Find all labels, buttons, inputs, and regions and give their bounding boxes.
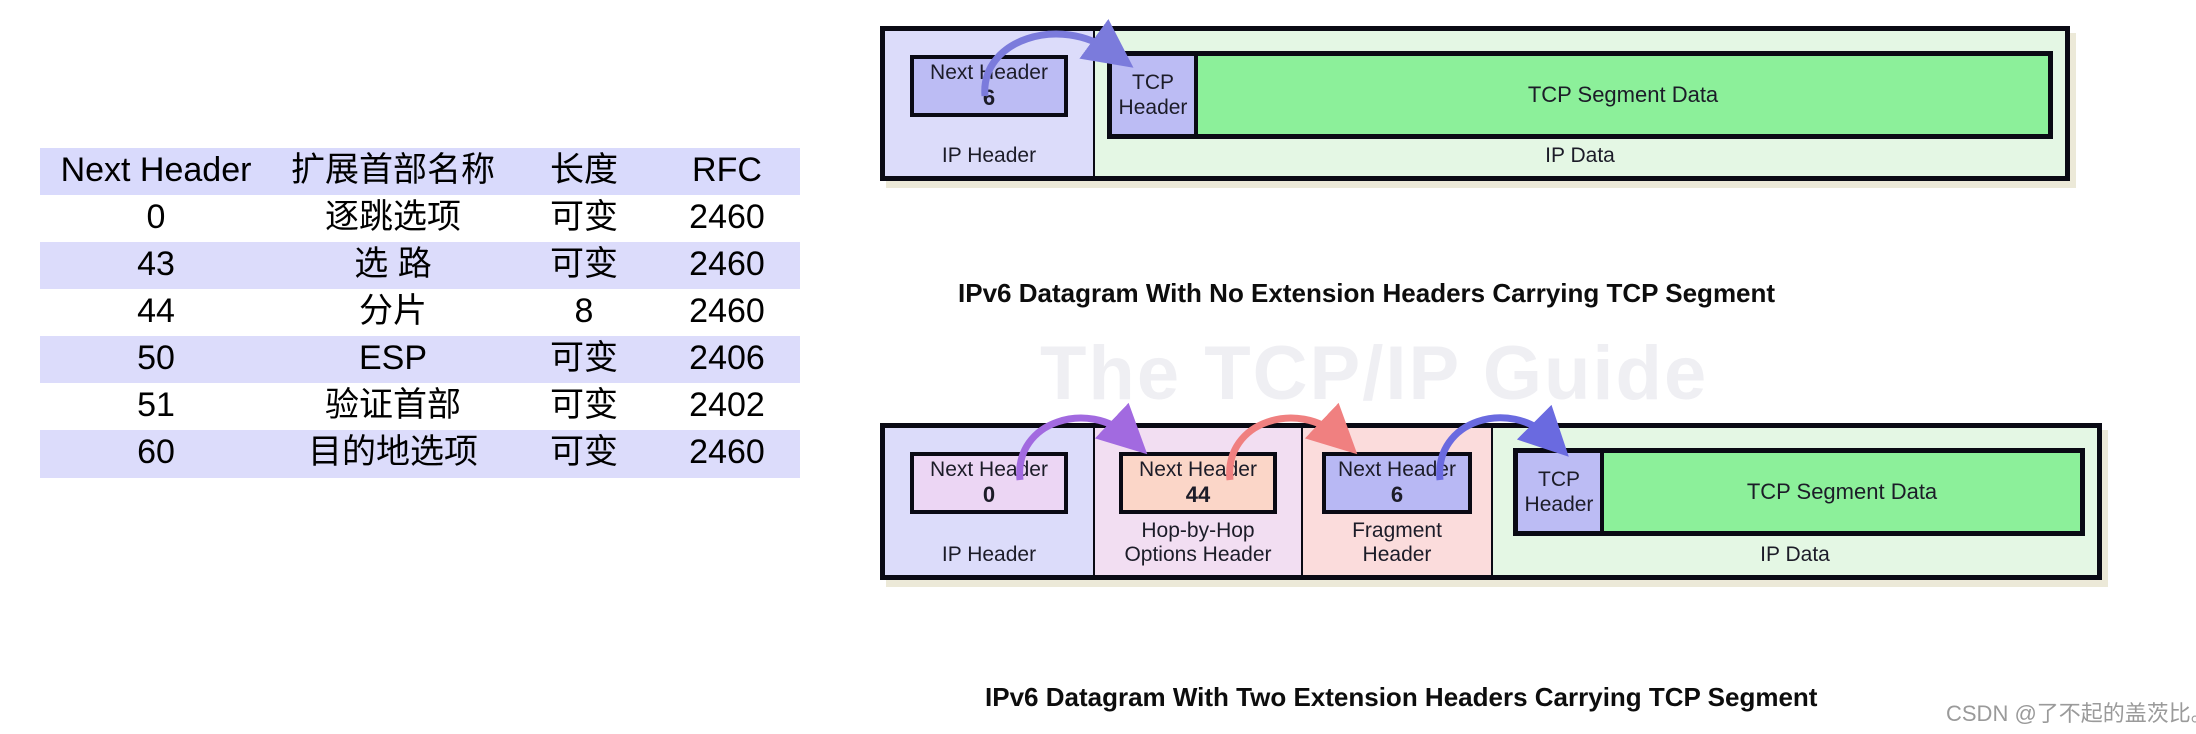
segment-ip-header: Next Header 0 IP Header: [885, 428, 1093, 575]
segment-label-line2: Options Header: [1124, 542, 1272, 566]
cell-name: 目的地选项: [308, 433, 478, 472]
column-header-rfc: RFC: [692, 151, 762, 189]
extension-header-table: Next Header 扩展首部名称 长度 RFC 0 逐跳选项 可变 2460…: [40, 148, 800, 478]
segment-label-line1: Fragment: [1352, 518, 1442, 542]
csdn-watermark: CSDN @了不起的盖茨比。: [1946, 701, 2196, 726]
cell-next-header: 50: [137, 339, 175, 378]
tcp-header-line1: TCP: [1538, 467, 1580, 491]
next-header-value: 44: [1185, 482, 1211, 508]
cell-length: 可变: [550, 245, 618, 284]
ipv6-datagram-no-extension-diagram: Next Header 6 IP Header IP Data TCP Head…: [880, 26, 2070, 181]
tcp-header-cell: TCP Header: [1112, 56, 1198, 134]
cell-rfc: 2460: [689, 433, 765, 472]
caption-bottom-diagram: IPv6 Datagram With Two Extension Headers…: [985, 682, 1818, 712]
next-header-value: 6: [1390, 482, 1404, 508]
segment-label-ip-header: IP Header: [885, 543, 1093, 567]
table-row: 43 选 路 可变 2460: [40, 242, 800, 290]
cell-next-header: 44: [137, 292, 175, 331]
tcp-segment-box: TCP Header TCP Segment Data: [1107, 51, 2053, 139]
column-header-next-header: Next Header: [60, 151, 252, 189]
next-header-label: Next Header: [930, 457, 1048, 481]
segment-label-ip-header: IP Header: [941, 143, 1037, 167]
table-row: 44 分片 8 2460: [40, 289, 800, 337]
segment-label-line2: IP Header: [941, 542, 1037, 566]
tcp-segment-box: TCP Header TCP Segment Data: [1513, 448, 2085, 536]
cell-next-header: 60: [137, 433, 175, 472]
cell-name: 分片: [359, 292, 427, 331]
table-row: 51 验证首部 可变 2402: [40, 383, 800, 431]
table-row: 50 ESP 可变 2406: [40, 336, 800, 384]
cell-name: 逐跳选项: [325, 198, 461, 237]
cell-rfc: 2460: [689, 292, 765, 331]
tcp-segment-data-cell: TCP Segment Data: [1198, 56, 2048, 134]
caption-top-diagram: IPv6 Datagram With No Extension Headers …: [958, 278, 1776, 308]
cell-rfc: 2402: [689, 386, 765, 425]
column-header-name: 扩展首部名称: [291, 151, 495, 189]
ipv6-datagram-two-extensions-diagram: Next Header 0 IP Header Next Header 44 H…: [880, 423, 2102, 580]
next-header-box-fragment: Next Header 6: [1322, 452, 1472, 514]
tcp-header-line2: Header: [1524, 493, 1594, 516]
cell-name: 验证首部: [325, 386, 461, 425]
next-header-label: Next Header: [930, 60, 1048, 84]
cell-rfc: 2460: [689, 245, 765, 284]
segment-label-ip-data: IP Data: [1545, 143, 1615, 167]
segment-label-hop-by-hop: Hop-by-Hop Options Header: [1095, 519, 1301, 567]
cell-length: 可变: [550, 198, 618, 237]
cell-rfc: 2460: [689, 198, 765, 237]
next-header-value: 0: [982, 482, 996, 508]
next-header-label: Next Header: [1139, 457, 1257, 481]
cell-length: 可变: [550, 433, 618, 472]
tcpip-guide-watermark: The TCP/IP Guide: [1040, 331, 1709, 416]
cell-name: ESP: [358, 339, 428, 378]
table-row: 0 逐跳选项 可变 2460: [40, 195, 800, 243]
column-header-length: 长度: [550, 151, 618, 189]
next-header-box-ip: Next Header 0: [910, 452, 1068, 514]
next-header-box-hopbyhop: Next Header 44: [1119, 452, 1277, 514]
cell-next-header: 51: [137, 386, 175, 425]
segment-fragment-header: Next Header 6 Fragment Header: [1301, 428, 1491, 575]
next-header-box-ip: Next Header 6: [910, 55, 1068, 117]
cell-length: 可变: [550, 339, 618, 378]
cell-next-header: 43: [137, 245, 175, 284]
segment-ip-header: Next Header 6 IP Header: [885, 31, 1093, 176]
diagram-area: The TCP/IP Guide Next Header 6 IP Header…: [880, 0, 2196, 734]
next-header-label: Next Header: [1338, 457, 1456, 481]
cell-next-header: 0: [146, 198, 166, 237]
cell-rfc: 2406: [689, 339, 765, 378]
tcp-header-line1: TCP: [1132, 70, 1174, 94]
table-row: 60 目的地选项 可变 2460: [40, 430, 800, 478]
table-header-row: Next Header 扩展首部名称 长度 RFC: [40, 148, 800, 196]
cell-name: 选 路: [354, 245, 432, 284]
segment-label-line2: Header: [1362, 542, 1432, 566]
cell-length: 可变: [550, 386, 618, 425]
segment-label-fragment: Fragment Header: [1303, 519, 1491, 567]
cell-length: 8: [574, 292, 594, 331]
next-header-value: 6: [982, 85, 996, 111]
segment-label-line1: Hop-by-Hop: [1141, 518, 1255, 542]
tcp-header-cell: TCP Header: [1518, 453, 1604, 531]
segment-label-ip-data: IP Data: [1760, 542, 1830, 566]
segment-hop-by-hop-options-header: Next Header 44 Hop-by-Hop Options Header: [1093, 428, 1301, 575]
tcp-header-line2: Header: [1118, 96, 1188, 119]
tcp-segment-data-cell: TCP Segment Data: [1604, 453, 2080, 531]
